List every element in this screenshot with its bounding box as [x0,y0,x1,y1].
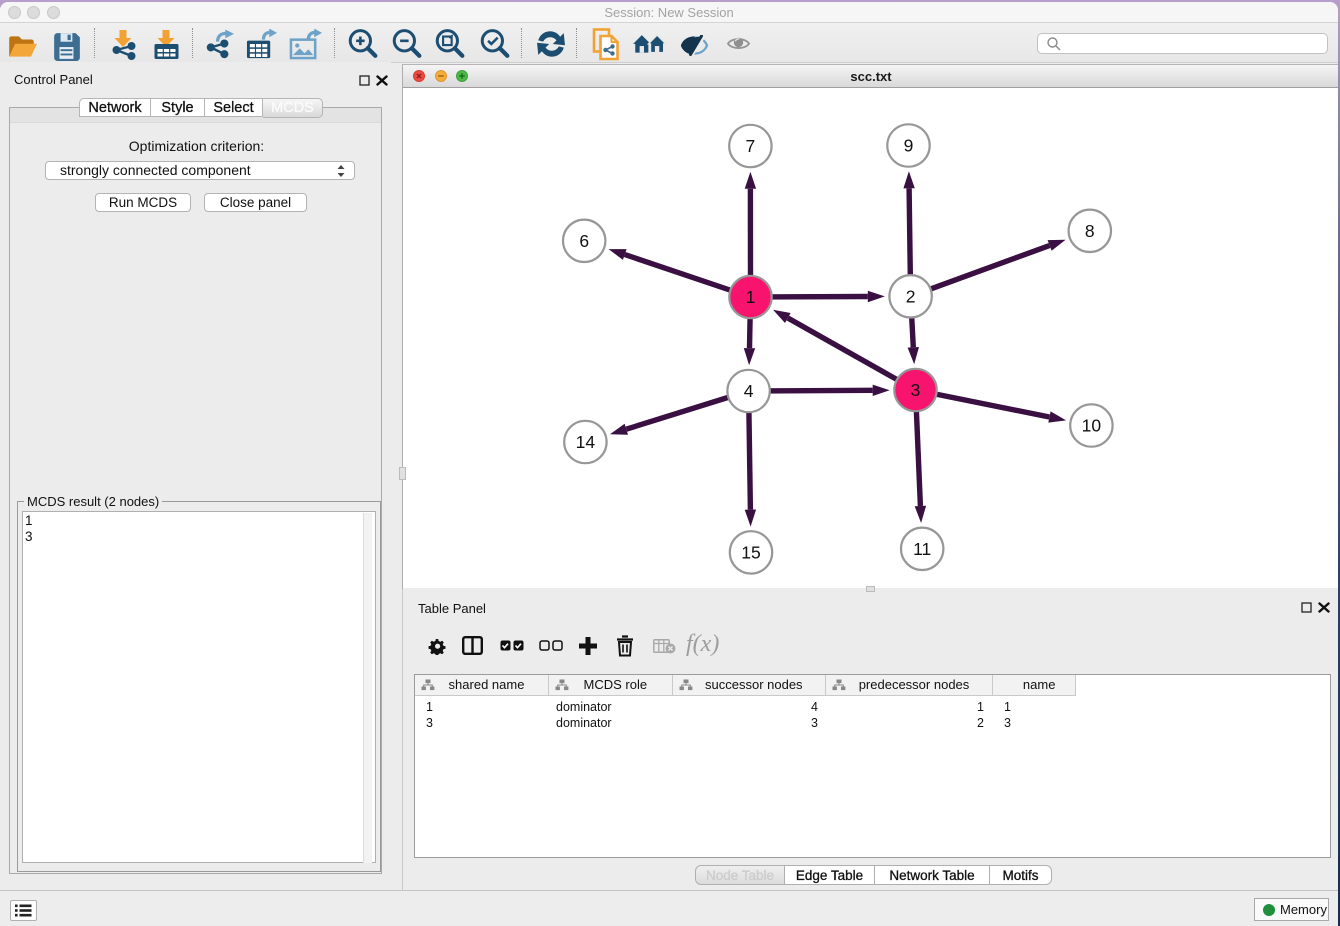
svg-text:8: 8 [1085,221,1095,241]
svg-text:3: 3 [911,380,921,400]
svg-text:2: 2 [906,286,916,306]
svg-text:4: 4 [744,381,754,401]
svg-text:6: 6 [579,231,589,251]
svg-text:1: 1 [746,287,756,307]
svg-text:11: 11 [913,539,931,559]
svg-text:10: 10 [1082,416,1102,436]
svg-text:9: 9 [904,136,914,156]
svg-text:7: 7 [746,136,756,156]
svg-text:14: 14 [576,432,596,452]
svg-text:15: 15 [741,542,760,562]
